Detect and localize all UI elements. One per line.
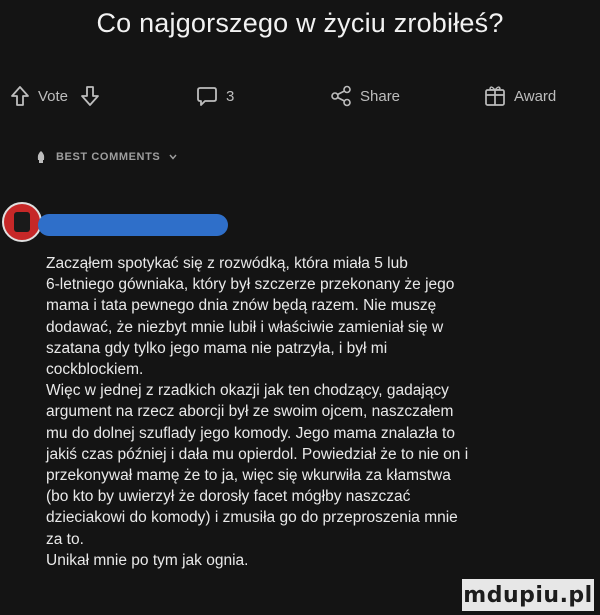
comments-button[interactable]: 3 (196, 80, 234, 112)
comment-count: 3 (226, 87, 235, 105)
gift-icon (485, 86, 505, 106)
comment-paragraph: Unikał mnie po tym jak ognia. (46, 551, 249, 569)
downvote-button[interactable] (80, 80, 100, 112)
share-label: Share (360, 87, 401, 105)
post-action-bar: Vote 3 Share Award (0, 80, 600, 112)
best-comments-label: BEST COMMENTS (56, 151, 161, 163)
post-title: Co najgorszego w życiu zrobiłeś? (96, 8, 504, 38)
arrow-down-icon (81, 86, 99, 106)
site-watermark: mdupiu.pl (462, 579, 594, 611)
award-button[interactable]: Award (484, 80, 556, 112)
avatar[interactable] (2, 202, 42, 242)
chevron-down-icon (169, 154, 177, 160)
redacted-username (38, 214, 228, 236)
avatar-figure (14, 212, 30, 232)
share-button[interactable]: Share (330, 80, 400, 112)
comment-paragraph: Więc w jednej z rzadkich okazji jak ten … (46, 382, 469, 548)
best-comments-sort[interactable]: BEST COMMENTS (34, 148, 178, 166)
comment-icon (197, 87, 217, 106)
share-icon (331, 85, 351, 107)
rocket-icon (37, 151, 45, 163)
award-label: Award (514, 87, 557, 105)
comment-paragraph: Zacząłem spotykać się z rozwódką, która … (46, 255, 455, 379)
vote-label: Vote (38, 87, 69, 105)
upvote-button[interactable]: Vote (10, 80, 68, 112)
arrow-up-icon (11, 86, 29, 106)
comment-body: Zacząłem spotykać się z rozwódką, która … (46, 253, 566, 571)
